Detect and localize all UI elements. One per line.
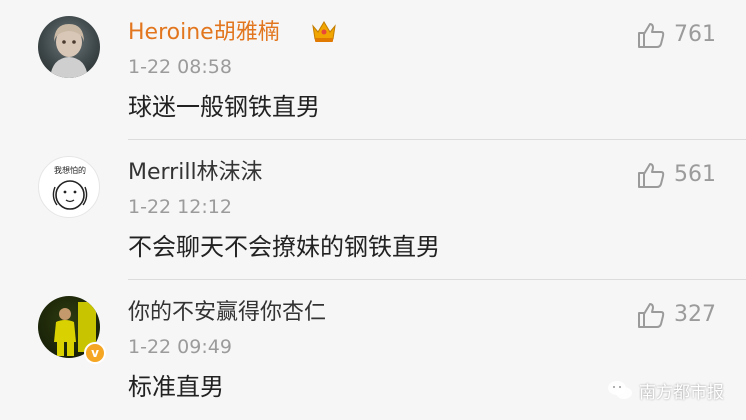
username[interactable]: Merrill林沫沫 xyxy=(128,158,263,188)
crown-icon xyxy=(312,21,336,42)
like-count: 327 xyxy=(674,302,716,327)
girl-portrait-icon xyxy=(50,24,88,78)
comment-text: 球迷一般钢铁直男 xyxy=(128,93,320,121)
like-button[interactable]: 327 xyxy=(636,300,716,330)
comment-text: 标准直男 xyxy=(128,373,224,401)
watermark-text: 南方都市报 xyxy=(639,382,724,403)
wechat-icon xyxy=(608,381,632,399)
username[interactable]: Heroine胡雅楠 xyxy=(128,18,280,48)
verified-v-icon: v xyxy=(84,342,106,364)
like-count: 561 xyxy=(674,162,716,187)
username[interactable]: 你的不安赢得你杏仁 xyxy=(128,298,326,328)
comment-text: 不会聊天不会撩妹的钢铁直男 xyxy=(128,233,440,261)
avatar-caption: 我想怕的 xyxy=(54,165,86,175)
timestamp: 1-22 08:58 xyxy=(128,56,232,78)
thumbs-up-icon xyxy=(638,303,665,328)
like-button[interactable]: 761 xyxy=(636,20,716,50)
like-button[interactable]: 561 xyxy=(636,160,716,190)
thumbs-up-icon xyxy=(638,23,665,48)
comment-item: Heroine胡雅楠 1-22 08:58 球迷一般钢铁直男 761 xyxy=(0,0,746,140)
watermark: 南方都市报 xyxy=(607,378,724,403)
comment-item: 我想怕的 Merrill林沫沫 1-22 12:12 不会聊天不会撩妹的钢铁直男… xyxy=(0,140,746,280)
like-count: 761 xyxy=(674,22,716,47)
timestamp: 1-22 09:49 xyxy=(128,336,232,358)
timestamp: 1-22 12:12 xyxy=(128,196,232,218)
thumbs-up-icon xyxy=(638,163,665,188)
avatar[interactable]: 我想怕的 xyxy=(38,156,100,218)
avatar[interactable] xyxy=(38,16,100,78)
cartoon-face-icon: 我想怕的 xyxy=(52,165,88,210)
